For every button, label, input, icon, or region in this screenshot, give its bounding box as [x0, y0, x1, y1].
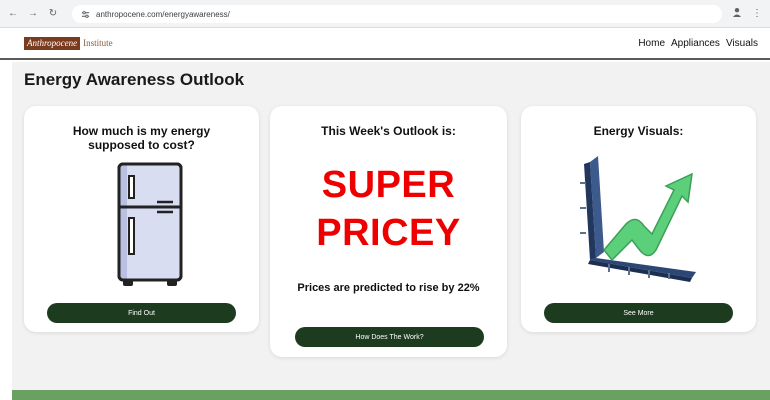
find-out-button[interactable]: Find Out — [47, 303, 236, 323]
weekly-outlook-card: This Week's Outlook is: SUPER PRICEY Pri… — [270, 106, 507, 357]
fridge-icon — [117, 162, 185, 293]
energy-cost-card: How much is my energy supposed to cost? … — [24, 106, 259, 332]
site-header: Anthropocene Institute Home Appliances V… — [0, 28, 770, 60]
outlook-value-line-1: SUPER — [321, 164, 456, 206]
card-title: How much is my energy supposed to cost? — [24, 124, 259, 152]
card-title-line: How much is my energy — [72, 124, 211, 138]
card-title: This Week's Outlook is: — [321, 124, 456, 138]
logo-main-text: Anthropocene — [24, 37, 81, 50]
outlook-value-line-2: PRICEY — [316, 212, 461, 254]
main-content: Energy Awareness Outlook How much is my … — [12, 62, 770, 390]
energy-visuals-card: Energy Visuals: See More — [521, 106, 756, 332]
forward-icon[interactable]: → — [26, 7, 40, 21]
menu-icon[interactable]: ⋮ — [752, 8, 762, 19]
browser-toolbar: ← → ↻ anthropocene.com/energyawareness/ … — [0, 0, 770, 28]
address-bar[interactable]: anthropocene.com/energyawareness/ — [72, 5, 722, 23]
url-text[interactable]: anthropocene.com/energyawareness/ — [96, 10, 230, 19]
profile-icon[interactable] — [732, 7, 742, 20]
rising-chart-icon — [574, 152, 699, 287]
nav-home[interactable]: Home — [638, 38, 665, 49]
main-nav: Home Appliances Visuals — [638, 38, 758, 49]
card-title: Energy Visuals: — [593, 124, 684, 138]
nav-visuals[interactable]: Visuals — [726, 38, 758, 49]
price-prediction-text: Prices are predicted to rise by 22% — [297, 282, 480, 294]
card-title-line: supposed to cost? — [88, 138, 195, 152]
site-logo[interactable]: Anthropocene Institute — [24, 37, 113, 50]
see-more-button[interactable]: See More — [544, 303, 733, 323]
back-icon[interactable]: ← — [6, 7, 20, 21]
footer-band — [12, 390, 770, 400]
logo-sub-text: Institute — [83, 38, 113, 48]
nav-appliances[interactable]: Appliances — [671, 38, 720, 49]
page-title: Energy Awareness Outlook — [24, 70, 245, 89]
how-does-this-work-button[interactable]: How Does The Work? — [295, 327, 484, 347]
reload-icon[interactable]: ↻ — [46, 7, 60, 21]
site-settings-icon[interactable] — [80, 9, 90, 19]
